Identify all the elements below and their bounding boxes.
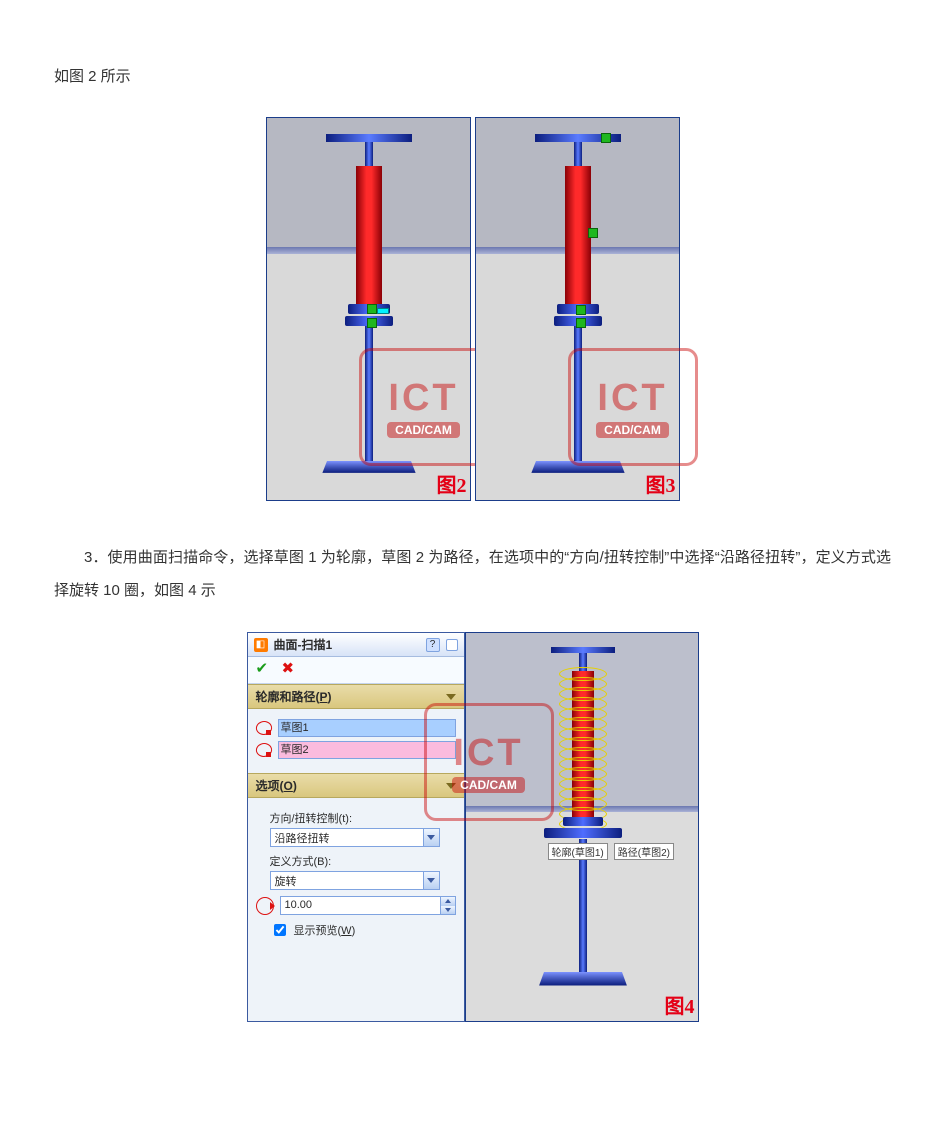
- section-profile-label: 轮廓和路径(P): [256, 688, 332, 705]
- pump-handle-stem: [574, 142, 582, 166]
- callout-flags: 轮廓(草图1) 路径(草图2): [548, 843, 674, 860]
- sketch-handle-icon: [377, 308, 389, 314]
- sketch-handle-icon: [367, 318, 377, 328]
- chevron-down-icon[interactable]: [423, 872, 439, 889]
- section-options[interactable]: 选项(O): [248, 773, 464, 798]
- pump-body: [572, 671, 594, 819]
- cancel-button[interactable]: ✖: [282, 662, 298, 678]
- spin-down-button[interactable]: [441, 906, 455, 915]
- figure-label-4: 图4: [665, 990, 695, 1019]
- help-button[interactable]: ?: [426, 638, 440, 652]
- figure-3: ICT CAD/CAM 图3: [475, 117, 680, 501]
- pump-flange-bottom: [544, 828, 622, 838]
- paragraph-fig2-intro: 如图 2 所示: [54, 60, 891, 93]
- direction-select[interactable]: 沿路径扭转: [270, 828, 440, 847]
- path-input[interactable]: 草图2: [278, 741, 456, 759]
- preview-checkbox[interactable]: [274, 924, 286, 936]
- path-sketch-icon: [256, 743, 272, 757]
- ok-button[interactable]: ✔: [256, 662, 272, 678]
- figure-4-viewport: 轮廓(草图1) 路径(草图2) ICT CAD/CAM 图4: [465, 632, 699, 1022]
- panel-title-text: 曲面-扫描1: [274, 636, 420, 653]
- chevron-down-icon[interactable]: [423, 829, 439, 846]
- figure-4: ◧ 曲面-扫描1 ? ✔ ✖ 轮廓和路径(P) 草图: [54, 631, 891, 1023]
- profile-input[interactable]: 草图1: [278, 719, 456, 737]
- chevron-up-icon: [446, 694, 456, 700]
- pump-handle: [326, 134, 412, 142]
- pump-handle-stem: [365, 142, 373, 166]
- spin-up-button[interactable]: [441, 897, 455, 906]
- define-value: 旋转: [271, 873, 423, 889]
- sketch-handle-icon: [601, 133, 611, 143]
- pump-handle-stem: [579, 653, 587, 671]
- preview-checkbox-row[interactable]: 显示预览(W): [270, 921, 456, 939]
- panel-action-row: ✔ ✖: [248, 657, 464, 684]
- section-profile-path[interactable]: 轮廓和路径(P): [248, 684, 464, 709]
- sweep-property-panel: ◧ 曲面-扫描1 ? ✔ ✖ 轮廓和路径(P) 草图: [247, 632, 465, 1022]
- sketch-handle-icon: [576, 305, 586, 315]
- sketch-handle-icon: [588, 228, 598, 238]
- pump-flange-top: [563, 817, 603, 826]
- pump-base: [539, 972, 627, 986]
- panel-titlebar: ◧ 曲面-扫描1 ?: [248, 633, 464, 657]
- turns-spinbox[interactable]: 10.00: [280, 896, 456, 915]
- profile-row: 草图1: [256, 719, 456, 737]
- pin-button[interactable]: [446, 639, 458, 651]
- pump-lower-stem: [365, 326, 373, 462]
- flag-profile: 轮廓(草图1): [548, 843, 608, 860]
- pump-lower-stem: [574, 326, 582, 462]
- figure-row-2-3: ICT CAD/CAM 图2 ICT CAD/CAM 图3: [54, 117, 891, 501]
- figure-label-2: 图2: [437, 469, 467, 498]
- path-row: 草图2: [256, 741, 456, 759]
- figure-2: ICT CAD/CAM 图2: [266, 117, 471, 501]
- pump-body: [356, 166, 382, 306]
- direction-label: 方向/扭转控制(t):: [270, 810, 456, 826]
- flag-path: 路径(草图2): [614, 843, 674, 860]
- sketch-handle-icon: [576, 318, 586, 328]
- turns-value: 10.00: [281, 897, 440, 914]
- profile-sketch-icon: [256, 721, 272, 735]
- define-select[interactable]: 旋转: [270, 871, 440, 890]
- preview-label: 显示预览(W): [294, 922, 356, 938]
- rotate-icon: [256, 897, 274, 915]
- paragraph-step-3: 3．使用曲面扫描命令，选择草图 1 为轮廓，草图 2 为路径，在选项中的“方向/…: [54, 541, 891, 607]
- pump-base: [322, 461, 415, 473]
- define-label: 定义方式(B):: [270, 853, 456, 869]
- chevron-up-icon: [446, 783, 456, 789]
- section-options-label: 选项(O): [256, 777, 297, 794]
- direction-value: 沿路径扭转: [271, 830, 423, 846]
- figure-label-3: 图3: [646, 469, 676, 498]
- sketch-handle-icon: [367, 304, 377, 314]
- pump-base: [531, 461, 624, 473]
- feature-icon: ◧: [254, 638, 268, 652]
